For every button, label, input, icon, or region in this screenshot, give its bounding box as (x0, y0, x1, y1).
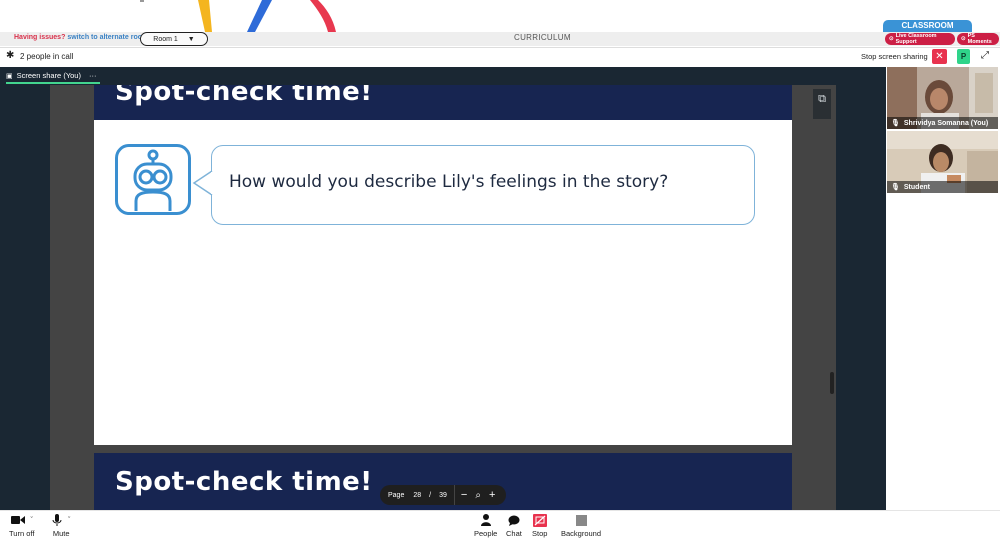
camera-button-label: Turn off (9, 529, 35, 538)
people-count: 2 people in call (20, 52, 74, 61)
microphone-icon: ˇ (52, 513, 70, 527)
popout-icon[interactable]: ⧉ (813, 89, 831, 119)
next-slide-title: Spot-check time! (115, 467, 373, 497)
brand-logo-graphic (140, 0, 336, 32)
background-button-label: Background (561, 529, 602, 538)
background-icon (575, 513, 587, 527)
mute-button-label: Mute (52, 529, 70, 538)
info-icon: ⊙ (961, 36, 966, 42)
slide-title: Spot-check time! (115, 85, 373, 107)
stop-share-icon (532, 513, 547, 527)
bottom-toolbar (0, 510, 1000, 543)
zoom-out-icon[interactable]: − (461, 489, 467, 501)
question-text: How would you describe Lily's feelings i… (229, 172, 669, 192)
background-button[interactable]: Background (561, 513, 601, 538)
classroom-tab[interactable]: CLASSROOM (883, 20, 972, 32)
camera-icon: ˇ (10, 513, 33, 527)
camera-options-icon[interactable]: ˇ (31, 517, 33, 524)
robot-icon (115, 144, 191, 215)
classroom-app: Having issues? switch to alternate room … (0, 0, 1000, 543)
current-page-input[interactable]: 28 (413, 492, 421, 499)
more-options-icon[interactable]: ··· (89, 71, 97, 80)
stop-sharing-button[interactable]: ✕ (932, 49, 947, 64)
room-select-value: Room 1 (153, 35, 178, 43)
info-icon: ⊙ (889, 36, 894, 42)
participant-name-self: Shrividya Somanna (You) (903, 119, 989, 127)
stop-share-button[interactable]: Stop (532, 513, 547, 538)
participant-label-student: 🎙︎ Student (887, 181, 998, 193)
stop-share-label: Stop (532, 529, 548, 538)
call-bar (0, 47, 1000, 67)
chat-button-label: Chat (506, 529, 522, 538)
slide-header-band: Spot-check time! (94, 85, 792, 120)
zoom-in-icon[interactable]: + (489, 489, 495, 501)
bubble-pointer (192, 170, 214, 196)
people-button-label: People (474, 529, 498, 538)
curriculum-tab[interactable]: CURRICULUM (514, 33, 571, 42)
expand-icon[interactable]: ⤢ (981, 50, 989, 61)
page-separator: / (429, 491, 432, 499)
p-badge[interactable]: P (957, 49, 970, 64)
gear-icon[interactable]: ✱ (6, 50, 14, 61)
mic-options-icon[interactable]: ˇ (68, 517, 70, 524)
room-select[interactable]: Room 1 ▼ (140, 32, 208, 46)
ps-moments-button[interactable]: ⊙ PS Moments (957, 33, 999, 45)
people-button[interactable]: People (474, 513, 497, 538)
participant-tile-student[interactable]: 🎙︎ Student (887, 131, 998, 193)
total-pages: 39 (439, 491, 447, 499)
robot-graphic (133, 149, 173, 211)
screen-share-icon: ▣ (6, 72, 13, 80)
pager-divider (453, 485, 455, 505)
issues-notice: Having issues? switch to alternate room (14, 34, 148, 41)
ps-moments-label: PS Moments (967, 33, 992, 45)
screen-share-label: Screen share (You) (16, 71, 81, 80)
brand-strip (0, 0, 1000, 32)
page-label: Page (388, 491, 405, 499)
person-icon (480, 513, 491, 527)
mute-button[interactable]: ˇ Mute (52, 513, 70, 538)
chat-button[interactable]: Chat (506, 513, 522, 538)
stop-sharing-label: Stop screen sharing (861, 52, 928, 61)
mic-icon: 🎙︎ (891, 184, 900, 191)
page-navigator: Page 28 / 39 − ⌕ + (380, 485, 506, 505)
mic-icon: 🎙︎ (891, 120, 900, 127)
chat-bubble-icon (508, 513, 520, 527)
chevron-down-icon: ▼ (187, 35, 195, 43)
participant-name-student: Student (903, 183, 930, 191)
scrollbar-thumb[interactable] (830, 372, 834, 394)
participant-label-self: 🎙︎ Shrividya Somanna (You) (887, 117, 998, 129)
live-support-label: Live Classroom Support (895, 33, 937, 45)
alternate-room-link[interactable]: switch to alternate room (67, 34, 148, 41)
camera-button[interactable]: ˇ Turn off (9, 513, 34, 538)
zoom-search-icon[interactable]: ⌕ (475, 490, 481, 501)
issues-text: Having issues? (14, 34, 66, 41)
screen-share-tab[interactable]: ▣ Screen share (You) ··· (6, 69, 101, 84)
live-support-button[interactable]: ⊙ Live Classroom Support (885, 33, 955, 45)
participant-tile-self[interactable]: 🎙︎ Shrividya Somanna (You) (887, 67, 998, 129)
